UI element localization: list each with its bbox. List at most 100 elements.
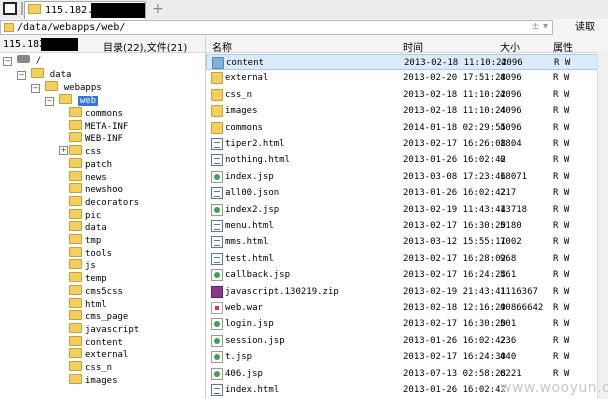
jsp-file-icon — [211, 203, 223, 216]
tab-title: 115.182. — [45, 5, 94, 16]
folder-open-icon — [58, 94, 72, 104]
collapse-icon[interactable]: − — [45, 97, 54, 106]
file-row[interactable]: menu.html 2013-02-17 16:30:20 5180 R W — [206, 218, 602, 234]
tree-node[interactable]: newshoo — [69, 183, 123, 196]
file-row[interactable]: callback.jsp 2013-02-17 16:24:24 561 R W — [206, 267, 602, 283]
file-size: 40866642 — [500, 303, 544, 313]
tree-node-root[interactable]: − / — [3, 55, 41, 68]
file-row[interactable]: test.html 2013-02-17 16:28:02 968 R W — [206, 251, 602, 267]
tree-node[interactable]: external — [69, 348, 128, 361]
tab-server[interactable]: 115.182. — [24, 1, 146, 19]
path-dropdown[interactable]: ± ▾ — [531, 21, 548, 32]
list-header: 名称 时间 大小 属性 — [206, 37, 608, 54]
tree-node[interactable]: decorators — [69, 195, 139, 209]
jsp-file-icon — [211, 334, 223, 347]
tree-node-data[interactable]: − data — [17, 68, 71, 81]
war-file-icon — [211, 302, 223, 314]
file-date: 2013-03-08 17:23:46 — [403, 171, 506, 182]
col-name[interactable]: 名称 — [212, 39, 232, 54]
file-row[interactable]: index.jsp 2013-03-08 17:23:46 18071 R W — [206, 169, 602, 185]
expand-icon[interactable]: + — [59, 146, 68, 155]
folder-icon — [69, 272, 82, 283]
file-name: all00.json — [225, 188, 280, 199]
tree-node[interactable]: javascript — [69, 322, 139, 336]
file-attr: R W — [553, 106, 570, 117]
file-attr: R W — [553, 303, 570, 313]
file-attr: R W — [553, 368, 570, 379]
file-size: 4096 — [500, 73, 522, 84]
tree-node-web[interactable]: − web — [45, 94, 99, 107]
file-row[interactable]: tiper2.html 2013-02-17 16:26:08 1804 R W — [206, 136, 602, 152]
tree-node[interactable]: pic — [69, 208, 101, 222]
tree-node[interactable]: WEB-INF — [69, 132, 123, 145]
path-input[interactable]: /data/webapps/web/ ± ▾ — [0, 20, 553, 35]
file-row[interactable]: login.jsp 2013-02-17 16:30:20 501 R W — [206, 316, 602, 332]
file-row[interactable]: css_n 2013-02-18 11:10:22 4096 R W — [206, 87, 602, 103]
collapse-icon[interactable]: − — [31, 84, 40, 93]
file-date: 2013-02-17 16:28:02 — [403, 253, 506, 264]
tree-node[interactable]: content — [69, 335, 123, 349]
tree-node-webapps[interactable]: − webapps — [31, 81, 102, 94]
file-row[interactable]: index2.jsp 2013-02-19 11:43:44 13718 R W — [206, 202, 602, 218]
file-attr: R W — [553, 286, 570, 297]
add-tab-button[interactable]: + — [152, 1, 164, 17]
file-row[interactable]: t.jsp 2013-02-17 16:24:30 440 R W — [206, 349, 602, 365]
file-size: 4096 — [500, 106, 522, 117]
file-row[interactable]: javascript.130219.zip 2013-02-19 21:43:41… — [206, 284, 602, 300]
file-attr: R W — [553, 221, 570, 231]
col-size[interactable]: 大小 — [500, 39, 520, 54]
tree-node[interactable]: META-INF — [69, 119, 128, 133]
tree-node[interactable]: temp — [69, 272, 107, 285]
file-row[interactable]: content 2013-02-18 11:10:22 4096 R W — [206, 54, 602, 70]
tree-node[interactable]: patch — [69, 157, 112, 171]
directory-tree: 115.182. 目录(22),文件(21) − / − data − weba… — [0, 37, 206, 399]
file-date: 2014-01-18 02:29:55 — [403, 122, 506, 133]
file-row[interactable]: web.war 2013-02-18 12:16:29 40866642 R W — [206, 300, 602, 316]
folder-icon — [69, 361, 82, 371]
folder-icon — [69, 183, 82, 194]
folder-icon — [69, 119, 82, 130]
folder-icon — [69, 145, 82, 156]
col-attr[interactable]: 属性 — [553, 39, 573, 54]
file-attr: R W — [554, 58, 571, 68]
redacted-mask — [91, 3, 145, 18]
file-row[interactable]: session.jsp 2013-01-26 16:02:42 236 R W — [206, 333, 602, 349]
tree-node[interactable]: html — [69, 297, 107, 311]
address-bar: /data/webapps/web/ ± ▾ 读取 — [0, 19, 608, 38]
folder-icon — [69, 348, 82, 359]
tree-node[interactable]: commons — [69, 107, 123, 120]
collapse-icon[interactable]: − — [3, 57, 12, 66]
file-size: 0 — [500, 155, 506, 166]
tree-node[interactable]: images — [69, 373, 118, 387]
file-row[interactable]: mms.html 2013-03-12 15:55:11 7002 R W — [206, 234, 602, 250]
window-icon[interactable] — [3, 2, 17, 15]
archive-icon — [211, 285, 223, 298]
file-row[interactable]: images 2013-02-18 11:10:24 4096 R W — [206, 103, 602, 119]
file-row[interactable]: all00.json 2013-01-26 16:02:42 217 R W — [206, 185, 602, 201]
jsp-file-icon — [211, 170, 223, 183]
file-name: menu.html — [225, 221, 274, 231]
document-icon — [211, 220, 223, 232]
col-time[interactable]: 时间 — [403, 39, 423, 54]
tree-node[interactable]: data — [69, 221, 107, 234]
file-row[interactable]: nothing.html 2013-01-26 16:02:42 0 R W — [206, 152, 602, 168]
collapse-icon[interactable]: − — [17, 71, 26, 80]
tree-node[interactable]: news — [69, 170, 107, 184]
tree-node[interactable]: css — [69, 145, 101, 158]
tree-node[interactable]: js — [69, 259, 96, 272]
tree-node[interactable]: css_n — [69, 361, 112, 374]
folder-icon — [69, 310, 82, 321]
folder-icon — [69, 322, 82, 333]
file-row[interactable]: commons 2014-01-18 02:29:55 4096 R W — [206, 120, 602, 136]
scrollbar[interactable] — [597, 52, 608, 399]
file-row[interactable]: external 2013-02-20 17:51:28 4096 R W — [206, 70, 602, 86]
folder-icon — [69, 195, 82, 206]
file-attr: R W — [553, 204, 570, 215]
tree-node[interactable]: cms_page — [69, 310, 128, 323]
read-button[interactable]: 读取 — [565, 20, 605, 35]
file-attr: R W — [553, 171, 570, 182]
tree-node[interactable]: tmp — [69, 234, 101, 247]
tree-node[interactable]: tools — [69, 246, 112, 260]
tree-node[interactable]: cms5css — [69, 284, 123, 298]
folder-icon — [211, 72, 223, 85]
